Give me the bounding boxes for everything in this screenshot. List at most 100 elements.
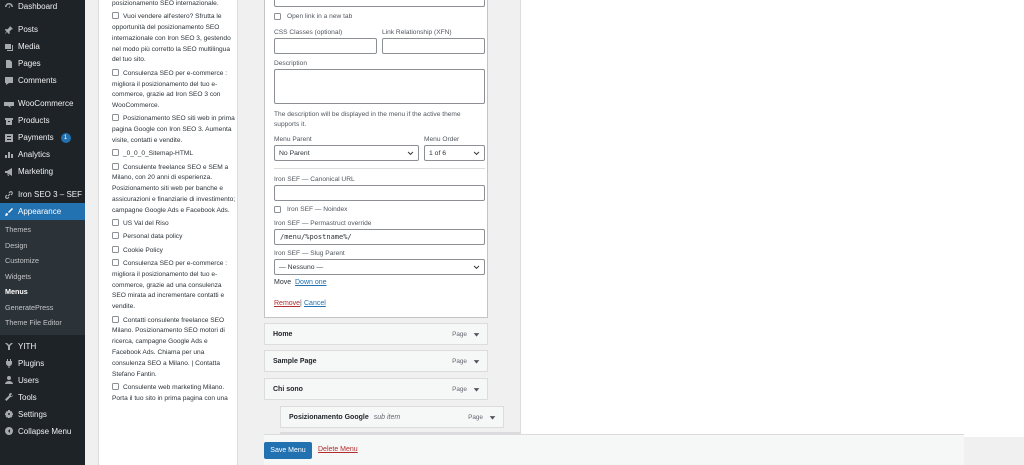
- sidebar-item-label: Products: [18, 116, 50, 125]
- sidebar-item-settings[interactable]: Settings: [0, 406, 85, 423]
- caret-down-icon[interactable]: [489, 414, 496, 421]
- caret-down-icon[interactable]: [473, 358, 480, 365]
- sidebar-item-dashboard[interactable]: Dashboard: [0, 0, 85, 15]
- slug-parent-label: Iron SEF — Slug Parent: [274, 250, 345, 257]
- payments-icon: [4, 133, 14, 143]
- list-item[interactable]: Contatti consulente freelance SEO Milano…: [112, 315, 236, 381]
- page-checkbox[interactable]: [112, 162, 119, 170]
- list-item[interactable]: Cookie Policy: [112, 245, 236, 257]
- sidebar-item-pages[interactable]: Pages: [0, 55, 85, 72]
- submenu-themes[interactable]: Themes: [0, 222, 85, 238]
- sidebar-item-appearance[interactable]: Appearance: [0, 203, 85, 220]
- link-icon: [4, 190, 14, 200]
- list-item[interactable]: Consulente web marketing Milano. Porta i…: [112, 382, 236, 405]
- page-checkbox[interactable]: [112, 219, 119, 227]
- chevron-down-icon: [407, 151, 414, 156]
- submenu-customize[interactable]: Customize: [0, 253, 85, 269]
- sidebar-item-label: Users: [18, 375, 39, 385]
- sidebar-item-iron-seo[interactable]: Iron SEO 3 – SEF: [0, 186, 85, 203]
- submenu-widgets[interactable]: Widgets: [0, 269, 85, 285]
- canonical-url-input[interactable]: [274, 185, 485, 201]
- page-checkbox[interactable]: [112, 259, 119, 267]
- sidebar-item-label: Comments: [18, 76, 57, 85]
- sidebar-item-label: Settings: [18, 409, 47, 419]
- page-checkbox[interactable]: [112, 232, 119, 240]
- list-item[interactable]: Personal data policy: [112, 232, 236, 243]
- page-checkbox[interactable]: [112, 382, 119, 390]
- delete-menu-link[interactable]: Delete Menu: [318, 446, 358, 453]
- open-new-tab-checkbox[interactable]: [274, 13, 281, 20]
- menu-order-select[interactable]: 1 of 6: [424, 145, 485, 161]
- save-menu-button[interactable]: Save Menu: [264, 442, 312, 459]
- divider: [274, 168, 485, 169]
- sidebar-item-media[interactable]: Media: [0, 38, 85, 55]
- sidebar-item-collapse[interactable]: Collapse Menu: [0, 423, 85, 440]
- analytics-icon: [4, 150, 14, 160]
- menu-item-sample-page[interactable]: Sample Page Page: [264, 350, 488, 372]
- list-item[interactable]: Consulenza SEO per e-commerce : migliora…: [112, 68, 236, 112]
- description-textarea[interactable]: [274, 69, 485, 104]
- sidebar-item-users[interactable]: Users: [0, 372, 85, 389]
- settings-icon: [4, 409, 14, 419]
- appearance-submenu: Themes Design Customize Widgets Menus Ge…: [0, 220, 85, 335]
- submenu-design[interactable]: Design: [0, 238, 85, 254]
- pages-checklist-panel: posizionamento SEO internazionale. Vuoi …: [98, 0, 238, 465]
- sidebar-item-comments[interactable]: Comments: [0, 72, 85, 89]
- open-new-tab-label: Open link in a new tab: [287, 13, 353, 20]
- page-checkbox[interactable]: [112, 68, 119, 76]
- caret-down-icon[interactable]: [473, 386, 480, 393]
- media-icon: [4, 42, 14, 52]
- products-icon: [4, 116, 14, 126]
- remove-link[interactable]: Remove: [274, 300, 300, 307]
- sidebar-item-analytics[interactable]: Analytics: [0, 146, 85, 163]
- canonical-url-label: Iron SEF — Canonical URL: [274, 176, 355, 183]
- page-checkbox[interactable]: [112, 315, 119, 323]
- admin-sidebar: Dashboard Posts Media Pages Comments Woo…: [0, 0, 85, 465]
- sidebar-item-products[interactable]: Products: [0, 112, 85, 129]
- menu-item-chi-sono[interactable]: Chi sono Page: [264, 378, 488, 400]
- sidebar-item-payments[interactable]: Payments 1: [0, 129, 85, 146]
- page-checkbox[interactable]: [112, 245, 119, 253]
- list-item[interactable]: Consulenza SEO per e-commerce : migliora…: [112, 259, 236, 313]
- sidebar-item-marketing[interactable]: Marketing: [0, 163, 85, 180]
- page-checkbox[interactable]: [112, 114, 119, 122]
- sidebar-item-label: Plugins: [18, 358, 45, 368]
- page-checkbox[interactable]: [112, 149, 119, 157]
- sidebar-item-woocommerce[interactable]: WooCommerce: [0, 95, 85, 112]
- tools-icon: [4, 392, 14, 402]
- permastruct-input[interactable]: /menu/%postname%/: [274, 229, 485, 245]
- slug-parent-select[interactable]: — Nessuno —: [274, 259, 485, 275]
- permastruct-label: Iron SEF — Permastruct override: [274, 220, 372, 227]
- list-item[interactable]: _0_0_0_Sitemap-HTML: [112, 149, 236, 160]
- submenu-generatepress[interactable]: GeneratePress: [0, 300, 85, 316]
- list-item[interactable]: US Val del Riso: [112, 219, 236, 230]
- menu-order-label: Menu Order: [424, 136, 460, 143]
- menu-item-home[interactable]: Home Page: [264, 323, 488, 345]
- move-down-one-link[interactable]: Down one: [295, 279, 327, 286]
- caret-down-icon[interactable]: [473, 331, 480, 338]
- list-item[interactable]: Consulente freelance SEO e SEM a Milano,…: [112, 162, 236, 217]
- sidebar-item-posts[interactable]: Posts: [0, 21, 85, 38]
- css-classes-input[interactable]: [274, 38, 377, 54]
- megaphone-icon: [4, 167, 14, 177]
- users-icon: [4, 375, 14, 385]
- menu-item-posizionamento-google[interactable]: Posizionamento Google sub item Page: [280, 406, 504, 428]
- sub-item-label: sub item: [373, 413, 401, 421]
- sidebar-item-yith[interactable]: YITH: [0, 338, 85, 355]
- cancel-link[interactable]: Cancel: [304, 300, 326, 307]
- page-checkbox[interactable]: [112, 12, 119, 20]
- link-rel-input[interactable]: [382, 38, 485, 54]
- noindex-checkbox[interactable]: [274, 206, 281, 213]
- sidebar-item-plugins[interactable]: Plugins: [0, 355, 85, 372]
- sidebar-item-tools[interactable]: Tools: [0, 389, 85, 406]
- submenu-menus[interactable]: Menus: [0, 284, 85, 300]
- menu-parent-select[interactable]: No Parent: [274, 145, 419, 161]
- submenu-theme-file-editor[interactable]: Theme File Editor: [0, 315, 85, 331]
- url-field[interactable]: [274, 0, 485, 7]
- separator: |: [300, 300, 302, 307]
- list-item[interactable]: Vuoi vendere all'estero? Sfrutta le oppo…: [112, 12, 236, 66]
- list-item[interactable]: Posizionamento SEO siti web in prima pag…: [112, 114, 236, 146]
- sidebar-item-label: Appearance: [18, 207, 62, 216]
- description-label: Description: [274, 60, 307, 67]
- sidebar-item-label: Payments: [18, 133, 54, 142]
